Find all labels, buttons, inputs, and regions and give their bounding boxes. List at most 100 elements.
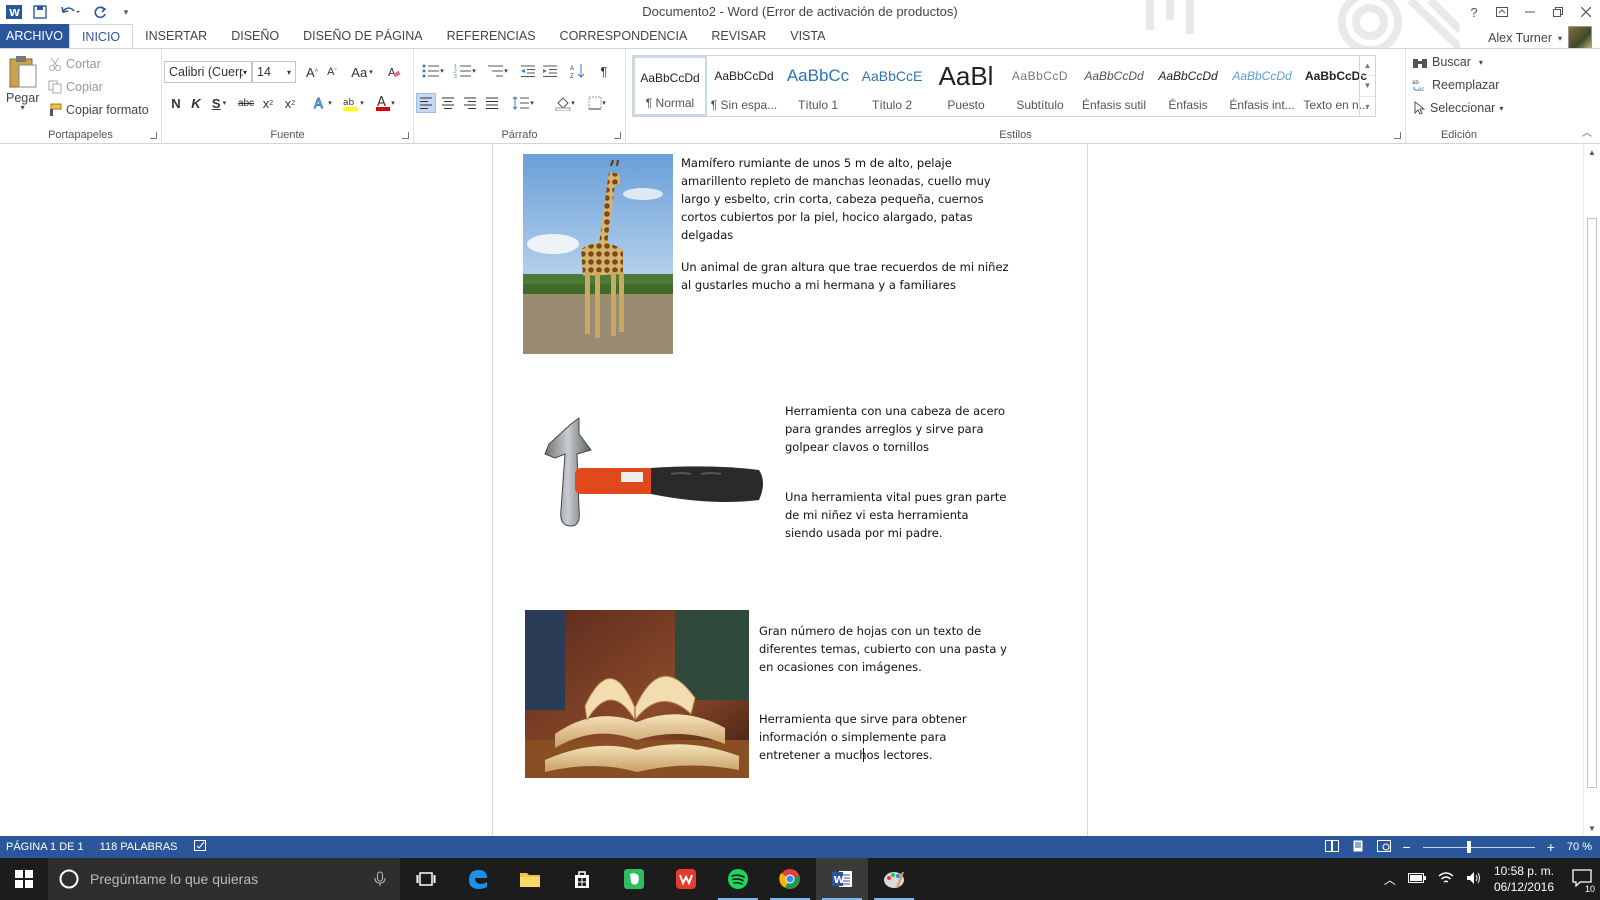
restore-icon[interactable] — [1544, 0, 1572, 24]
zoom-level[interactable]: 70 % — [1567, 841, 1592, 853]
sort-icon[interactable]: AZ — [568, 61, 588, 81]
tab-inicio[interactable]: INICIO — [68, 24, 134, 48]
show-hidden-icons-icon[interactable]: ︿ — [1384, 871, 1396, 888]
replace-button[interactable]: ab ac Reemplazar — [1412, 78, 1499, 92]
clock[interactable]: 10:58 p. m. 06/12/2016 — [1494, 863, 1554, 895]
justify-icon[interactable] — [482, 93, 502, 113]
volume-icon[interactable] — [1466, 871, 1482, 888]
dialog-launcher-icon[interactable] — [1394, 132, 1401, 139]
zoom-slider-thumb[interactable] — [1466, 840, 1471, 853]
italic-button[interactable]: K — [186, 93, 206, 113]
hammer-image[interactable] — [531, 414, 767, 538]
tab-referencias[interactable]: REFERENCIAS — [435, 24, 548, 48]
tab-diseno[interactable]: DISEÑO — [219, 24, 291, 48]
grow-font-button[interactable]: A ^ — [302, 62, 322, 82]
gallery-down-icon[interactable]: ▼ — [1360, 76, 1375, 97]
increase-indent-icon[interactable] — [540, 61, 560, 81]
style-subtitulo[interactable]: AaBbCcD Subtítulo — [1003, 56, 1077, 116]
spotify-icon[interactable] — [712, 858, 764, 900]
style-enfasis-sutil[interactable]: AaBbCcDd Énfasis sutil — [1077, 56, 1151, 116]
decrease-indent-icon[interactable] — [518, 61, 538, 81]
bold-button[interactable]: N — [166, 93, 186, 113]
text-effects-icon[interactable]: A ▾ — [308, 93, 336, 113]
tab-correspondencia[interactable]: CORRESPONDENCIA — [548, 24, 700, 48]
line-spacing-icon[interactable]: ▾ — [508, 93, 538, 113]
find-button[interactable]: Buscar ▾ — [1412, 55, 1483, 69]
style-enfasis[interactable]: AaBbCcDd Énfasis — [1151, 56, 1225, 116]
word-count[interactable]: 118 PALABRAS — [100, 841, 178, 853]
zoom-in-button[interactable]: + — [1547, 839, 1555, 855]
tab-diseno-de-pagina[interactable]: DISEÑO DE PÁGINA — [291, 24, 434, 48]
task-view-icon[interactable] — [400, 858, 452, 900]
web-layout-icon[interactable] — [1376, 839, 1391, 855]
minimize-icon[interactable] — [1516, 0, 1544, 24]
style-normal[interactable]: AaBbCcDd ¶ Normal — [633, 56, 707, 116]
align-right-icon[interactable] — [460, 93, 480, 113]
page[interactable]: Mamífero rumiante de unos 5 m de alto, p… — [492, 144, 1088, 836]
wps-office-icon[interactable] — [660, 858, 712, 900]
change-case-button[interactable]: Aa ▾ — [348, 62, 376, 82]
giraffe-image[interactable] — [523, 154, 673, 354]
store-icon[interactable] — [556, 858, 608, 900]
style-sin-espaciado[interactable]: AaBbCcDd ¶ Sin espa... — [707, 56, 781, 116]
dialog-launcher-icon[interactable] — [402, 132, 409, 139]
print-layout-icon[interactable] — [1351, 840, 1365, 855]
align-center-icon[interactable] — [438, 93, 458, 113]
start-button[interactable] — [0, 858, 48, 900]
scroll-down-icon[interactable]: ▼ — [1584, 820, 1600, 836]
gallery-up-icon[interactable]: ▲ — [1360, 56, 1375, 77]
wifi-icon[interactable] — [1438, 871, 1454, 888]
style-puesto[interactable]: AaBl Puesto — [929, 56, 1003, 116]
proofing-icon[interactable] — [193, 839, 208, 855]
user-account[interactable]: Alex Turner ▾ — [1488, 26, 1592, 50]
help-button[interactable]: ? — [1460, 0, 1488, 24]
action-center-icon[interactable]: 10 — [1572, 868, 1596, 894]
format-painter-button[interactable]: Copiar formato — [48, 103, 149, 117]
show-formatting-button[interactable]: ¶ — [594, 61, 614, 81]
chrome-icon[interactable] — [764, 858, 816, 900]
dialog-launcher-icon[interactable] — [614, 132, 621, 139]
font-name-select[interactable]: Calibri (Cuerp ▾ — [164, 61, 252, 83]
shrink-font-button[interactable]: Aˇ — [322, 62, 342, 82]
numbering-icon[interactable]: 1 2 3 ▾ — [450, 61, 480, 81]
ribbon-display-options-icon[interactable] — [1488, 0, 1516, 24]
dialog-launcher-icon[interactable] — [150, 132, 157, 139]
cortana-search[interactable]: Pregúntame lo que quieras — [48, 858, 400, 900]
zoom-out-button[interactable]: − — [1403, 839, 1411, 855]
scrollbar-thumb[interactable] — [1587, 218, 1597, 788]
microphone-icon[interactable] — [374, 871, 386, 887]
shading-icon[interactable]: ▾ — [550, 93, 580, 113]
clear-formatting-icon[interactable]: A — [384, 62, 404, 82]
superscript-button[interactable]: x2 — [280, 93, 300, 113]
font-color-icon[interactable]: A ▾ — [370, 93, 400, 113]
battery-icon[interactable] — [1407, 872, 1426, 886]
scroll-up-icon[interactable]: ▲ — [1584, 144, 1600, 160]
tab-archivo[interactable]: ARCHIVO — [0, 24, 69, 48]
tab-vista[interactable]: VISTA — [778, 24, 837, 48]
collapse-ribbon-icon[interactable]: ︿ — [1582, 124, 1592, 139]
multilevel-list-icon[interactable]: ▾ — [482, 61, 512, 81]
cut-button[interactable]: Cortar — [48, 57, 101, 71]
edge-icon[interactable] — [452, 858, 504, 900]
read-mode-icon[interactable] — [1324, 839, 1339, 855]
tab-revisar[interactable]: REVISAR — [699, 24, 778, 48]
font-size-select[interactable]: 14 ▾ — [252, 61, 296, 83]
page-count[interactable]: PÁGINA 1 DE 1 — [6, 841, 84, 853]
books-image[interactable] — [525, 610, 749, 778]
zoom-slider[interactable] — [1422, 840, 1535, 853]
close-icon[interactable] — [1572, 0, 1600, 24]
paste-button[interactable]: Pegar ▾ — [6, 55, 39, 112]
strikethrough-button[interactable]: abc — [234, 93, 258, 113]
align-left-icon[interactable] — [416, 93, 436, 113]
gallery-more-icon[interactable]: ▾ — [1360, 97, 1375, 116]
file-explorer-icon[interactable] — [504, 858, 556, 900]
tab-insertar[interactable]: INSERTAR — [133, 24, 219, 48]
copy-button[interactable]: Copiar — [48, 80, 103, 94]
underline-button[interactable]: S ▾ — [206, 93, 232, 113]
vertical-scrollbar[interactable]: ▲ ▼ — [1583, 144, 1600, 836]
borders-icon[interactable]: ▾ — [582, 93, 612, 113]
paint-icon[interactable] — [868, 858, 920, 900]
subscript-button[interactable]: x2 — [258, 93, 278, 113]
evernote-icon[interactable] — [608, 858, 660, 900]
word-taskbar-icon[interactable]: W — [816, 858, 868, 900]
